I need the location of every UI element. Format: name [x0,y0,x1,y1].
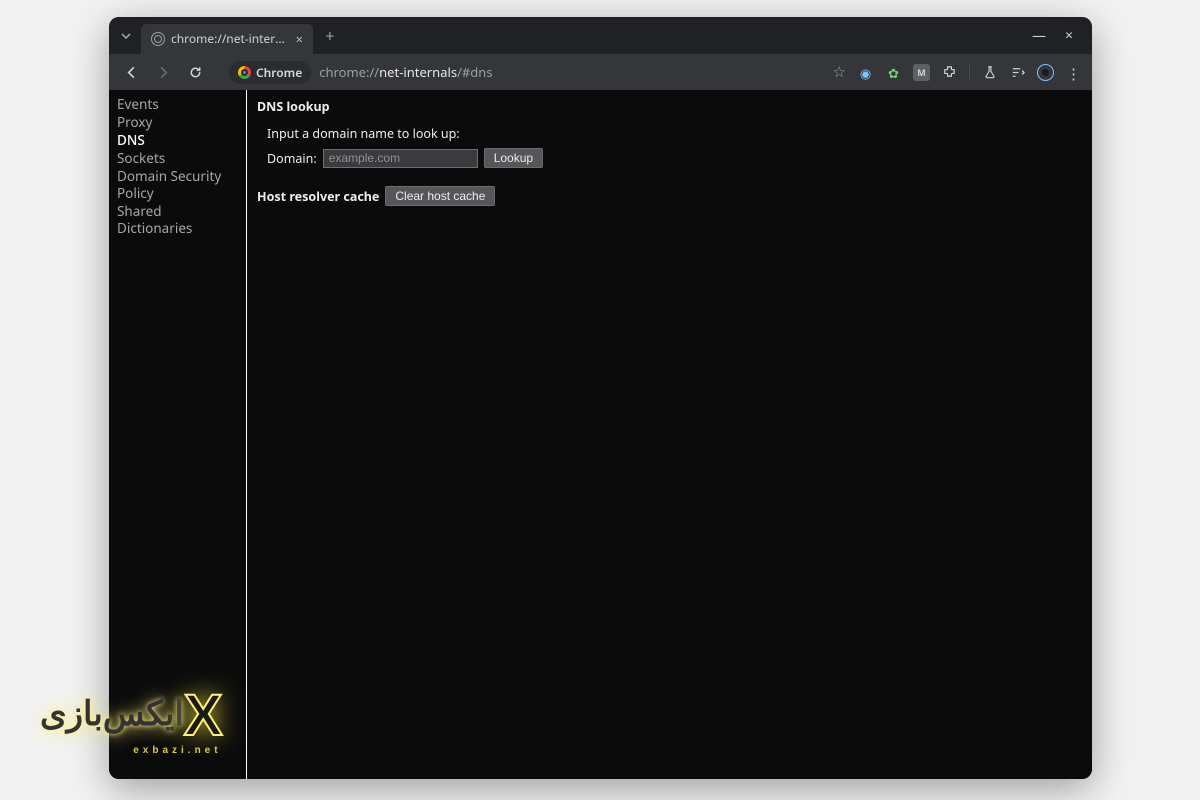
clear-host-cache-button[interactable]: Clear host cache [385,186,495,206]
toolbar-divider [969,63,970,81]
minimize-button[interactable]: — [1030,26,1048,45]
sidebar-item-proxy[interactable]: Proxy [109,114,246,132]
extension-icon-3[interactable]: M [913,64,930,81]
tab-search-button[interactable] [115,25,137,47]
kebab-menu-icon[interactable]: ⋮ [1065,64,1082,81]
reload-button[interactable] [183,60,207,84]
main-panel: DNS lookup Input a domain name to look u… [247,90,1092,779]
address-chip[interactable]: Chrome [229,61,311,84]
globe-icon [151,32,165,46]
tab-strip: chrome://net-internals/#dns × + — × [109,17,1092,54]
bookmark-star-icon[interactable]: ☆ [833,62,846,82]
sidebar-item-domain-security-policy[interactable]: Domain Security Policy [109,168,246,203]
back-button[interactable] [119,60,143,84]
browser-window: chrome://net-internals/#dns × + — × Chro… [109,17,1092,779]
instruction-text: Input a domain name to look up: [267,125,1082,142]
browser-tab[interactable]: chrome://net-internals/#dns × [141,24,313,54]
toolbar: Chrome chrome://net-internals/#dns ☆ ◉ ✿… [109,54,1092,90]
domain-label: Domain: [267,150,317,167]
lookup-button[interactable]: Lookup [484,148,543,168]
extension-icon-1[interactable]: ◉ [857,64,874,81]
extension-icon-2[interactable]: ✿ [885,64,902,81]
sidebar-item-dns[interactable]: DNS [109,132,246,150]
window-controls: — × [1030,26,1092,45]
domain-input[interactable] [323,149,478,168]
new-tab-button[interactable]: + [317,23,343,49]
sidebar-item-shared-dictionaries[interactable]: Shared Dictionaries [109,203,246,238]
forward-button[interactable] [151,60,175,84]
section-heading-dns-lookup: DNS lookup [257,98,1082,115]
tab-title: chrome://net-internals/#dns [171,30,290,47]
chrome-icon [238,66,251,79]
page-content: Events Proxy DNS Sockets Domain Security… [109,90,1092,779]
address-bar[interactable]: chrome://net-internals/#dns [319,63,492,81]
profile-avatar-icon[interactable] [1037,64,1054,81]
close-tab-icon[interactable]: × [296,30,303,48]
sidebar-item-sockets[interactable]: Sockets [109,150,246,168]
watermark-logo: ایکس‌بازیX exbazi.net [40,682,222,756]
sidebar: Events Proxy DNS Sockets Domain Security… [109,90,247,779]
media-control-icon[interactable] [1009,64,1026,81]
close-window-button[interactable]: × [1060,26,1078,45]
section-heading-host-resolver-cache: Host resolver cache [257,188,379,205]
sidebar-item-events[interactable]: Events [109,96,246,114]
labs-flask-icon[interactable] [981,64,998,81]
address-chip-label: Chrome [256,64,302,81]
extensions-puzzle-icon[interactable] [941,64,958,81]
